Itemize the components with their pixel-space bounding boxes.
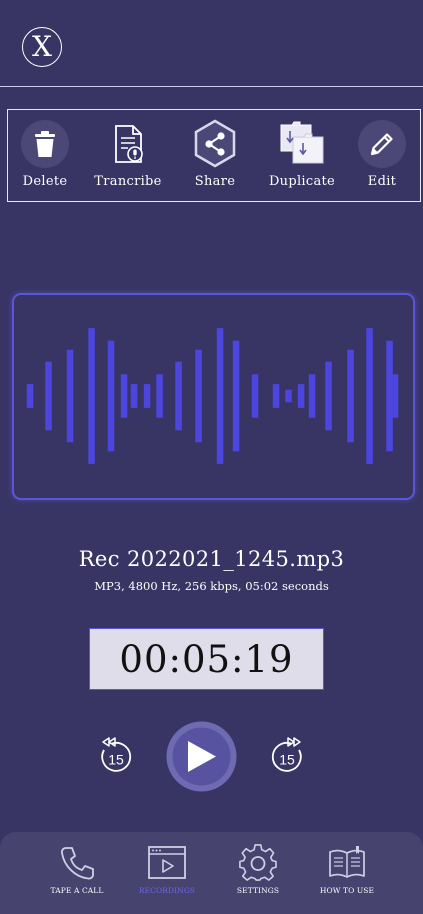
waveform-bar (285, 389, 292, 403)
nav-item-recordings[interactable]: RECORDINGS (122, 832, 212, 895)
waveform-bar (216, 328, 224, 464)
elapsed-time: 00:05:19 (119, 637, 294, 681)
edit-button[interactable]: Edit (342, 110, 422, 201)
close-button[interactable]: X (22, 27, 62, 67)
nav-item-settings[interactable]: SETTINGS (213, 832, 303, 895)
duplicate-label: Duplicate (268, 174, 336, 189)
book-icon (327, 843, 367, 883)
edit-label: Edit (367, 174, 397, 189)
recording-title: Rec 2022021_1245.mp3 (78, 547, 345, 571)
nav-item-tape-a-call[interactable]: TAPE A CALL (32, 832, 122, 895)
delete-button[interactable]: Delete (5, 110, 85, 201)
waveform-bar (107, 340, 115, 452)
close-label: X (32, 30, 52, 63)
waveform-bar (130, 384, 138, 408)
recording-meta: MP3, 4800 Hz, 256 kbps, 05:02 seconds (94, 579, 329, 593)
waveform-bar (195, 349, 202, 443)
waveform-bar (143, 384, 151, 408)
waveform-bar (251, 374, 259, 418)
rewind-icon: 15 (101, 737, 132, 772)
action-toolbar: Delete Trancribe Share Duplicate Edit (7, 109, 421, 202)
waveform-bar (232, 340, 240, 452)
waveform-bar (366, 328, 373, 464)
duplicate-icon (277, 119, 327, 169)
nav-label-recordings: RECORDINGS (138, 886, 196, 895)
nav-item-how-to-use[interactable]: HOW TO USE (302, 832, 392, 895)
transcribe-button[interactable]: Trancribe (88, 110, 168, 201)
waveform-bar (308, 374, 316, 418)
share-button[interactable]: Share (175, 110, 255, 201)
waveform-bar (391, 374, 399, 418)
transcribe-icon (103, 119, 153, 169)
nav-label-tape-a-call: TAPE A CALL (50, 886, 104, 895)
play-icon (166, 721, 237, 792)
waveform-bar (325, 361, 332, 431)
transcribe-label: Trancribe (94, 174, 162, 189)
share-label: Share (194, 174, 236, 189)
waveform-bar (26, 384, 34, 408)
waveform-panel (12, 293, 415, 500)
waveform-bar (120, 374, 128, 418)
waveform (26, 328, 399, 464)
duplicate-button[interactable]: Duplicate (262, 110, 342, 201)
forward-label: 15 (279, 752, 295, 768)
nav-label-settings: SETTINGS (236, 886, 280, 895)
waveform-bar (45, 361, 52, 431)
rewind-15-button[interactable]: 15 (97, 734, 135, 780)
pencil-icon (357, 119, 407, 169)
forward-15-button[interactable]: 15 (268, 734, 306, 780)
forward-icon: 15 (271, 737, 302, 772)
header-divider (0, 86, 423, 87)
elapsed-timer: 00:05:19 (89, 628, 324, 690)
waveform-bar (297, 384, 305, 408)
waveform-bar (272, 384, 280, 408)
nav-label-how-to-use: HOW TO USE (319, 886, 375, 895)
waveform-bar (156, 374, 163, 418)
waveform-bar (88, 328, 95, 464)
delete-label: Delete (22, 174, 68, 189)
bottom-nav: TAPE A CALL RECORDINGS SETTINGS HOW TO U… (0, 832, 423, 914)
waveform-bar (347, 349, 354, 443)
gear-icon (238, 843, 278, 883)
waveform-bar (175, 361, 182, 431)
trash-icon (20, 119, 70, 169)
rewind-label: 15 (108, 752, 124, 768)
recordings-icon (147, 843, 187, 883)
waveform-bar (66, 349, 74, 443)
share-icon (190, 119, 240, 169)
play-button[interactable] (166, 721, 237, 796)
phone-icon (57, 843, 97, 883)
